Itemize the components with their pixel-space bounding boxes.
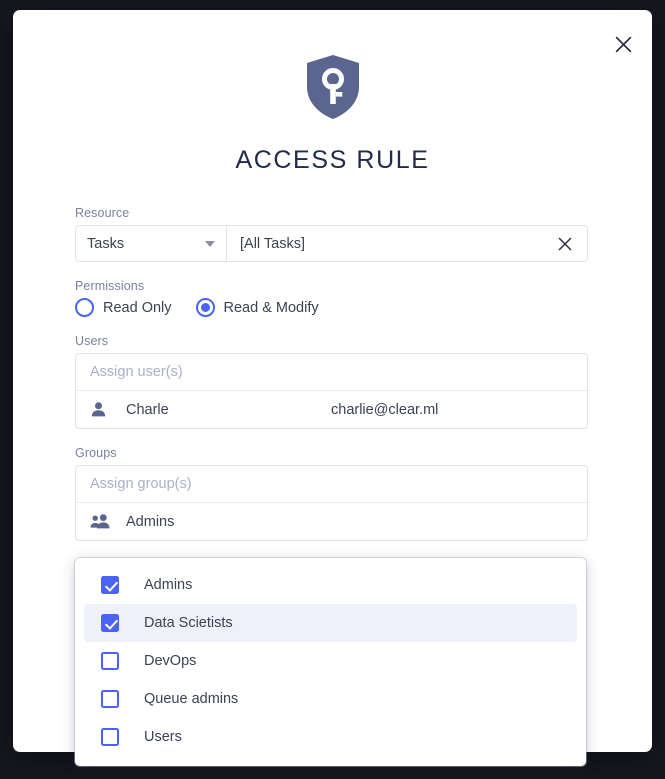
dialog-body: Resource Tasks [All Tasks] Permissions R… — [75, 206, 588, 558]
resource-row: Tasks [All Tasks] — [75, 225, 588, 262]
radio-read-modify-label: Read & Modify — [223, 299, 319, 316]
group-row[interactable]: Admins — [76, 502, 587, 540]
assign-users-input[interactable]: Assign user(s) — [76, 354, 587, 390]
groups-panel: Assign group(s) Admins — [75, 465, 588, 541]
dropdown-item-admins[interactable]: Admins — [84, 566, 577, 604]
resource-type-value: Tasks — [87, 235, 125, 252]
resource-filter-field[interactable]: [All Tasks] — [226, 225, 588, 262]
radio-read-only-label: Read Only — [103, 299, 172, 316]
user-email: charlie@clear.ml — [331, 401, 439, 418]
users-label: Users — [75, 334, 109, 348]
people-icon — [90, 513, 114, 530]
dropdown-item-users[interactable]: Users — [84, 718, 577, 756]
users-panel: Assign user(s) Charle charlie@clear.ml — [75, 353, 588, 429]
person-icon — [90, 401, 114, 418]
checkbox-devops[interactable] — [101, 652, 119, 670]
group-name: Admins — [126, 513, 175, 530]
dropdown-item-label: Admins — [144, 577, 193, 593]
dropdown-item-queue-admins[interactable]: Queue admins — [84, 680, 577, 718]
permissions-section: Permissions Read Only Read & Modify — [75, 279, 588, 317]
page-title: ACCESS RULE — [235, 146, 430, 174]
resource-label: Resource — [75, 206, 130, 220]
radio-read-only[interactable]: Read Only — [75, 298, 172, 317]
resource-filter-value: [All Tasks] — [240, 235, 306, 252]
checkbox-admins[interactable] — [101, 576, 119, 594]
dropdown-item-label: Users — [144, 729, 182, 745]
screen-backdrop: ACCESS RULE Resource Tasks [All Tasks] P… — [0, 0, 665, 779]
radio-read-modify-indicator — [195, 298, 215, 317]
resource-section: Resource Tasks [All Tasks] — [75, 206, 588, 262]
dropdown-item-devops[interactable]: DevOps — [84, 642, 577, 680]
resource-type-select[interactable]: Tasks — [75, 225, 226, 262]
dropdown-item-label: DevOps — [144, 653, 197, 669]
user-row[interactable]: Charle charlie@clear.ml — [76, 390, 587, 428]
radio-read-modify[interactable]: Read & Modify — [195, 298, 319, 317]
dropdown-item-label: Queue admins — [144, 691, 239, 707]
radio-read-only-indicator — [75, 298, 94, 317]
shield-key-icon — [13, 54, 652, 120]
permissions-radio-group: Read Only Read & Modify — [75, 298, 588, 317]
checkbox-data-scietists[interactable] — [101, 614, 119, 632]
groups-section: Groups Assign group(s) Admins — [75, 446, 588, 541]
groups-label: Groups — [75, 446, 117, 460]
chevron-down-icon — [205, 240, 215, 247]
groups-dropdown-menu: Admins Data Scietists DevOps Queue admin… — [75, 558, 586, 766]
assign-groups-input[interactable]: Assign group(s) — [76, 466, 587, 502]
dropdown-item-label: Data Scietists — [144, 615, 233, 631]
clear-resource-icon[interactable] — [555, 234, 575, 254]
user-name: Charle — [126, 401, 169, 418]
checkbox-queue-admins[interactable] — [101, 690, 119, 708]
dropdown-item-data-scietists[interactable]: Data Scietists — [84, 604, 577, 642]
checkbox-users[interactable] — [101, 728, 119, 746]
permissions-label: Permissions — [75, 279, 145, 293]
users-section: Users Assign user(s) Charle charlie@clea… — [75, 334, 588, 429]
